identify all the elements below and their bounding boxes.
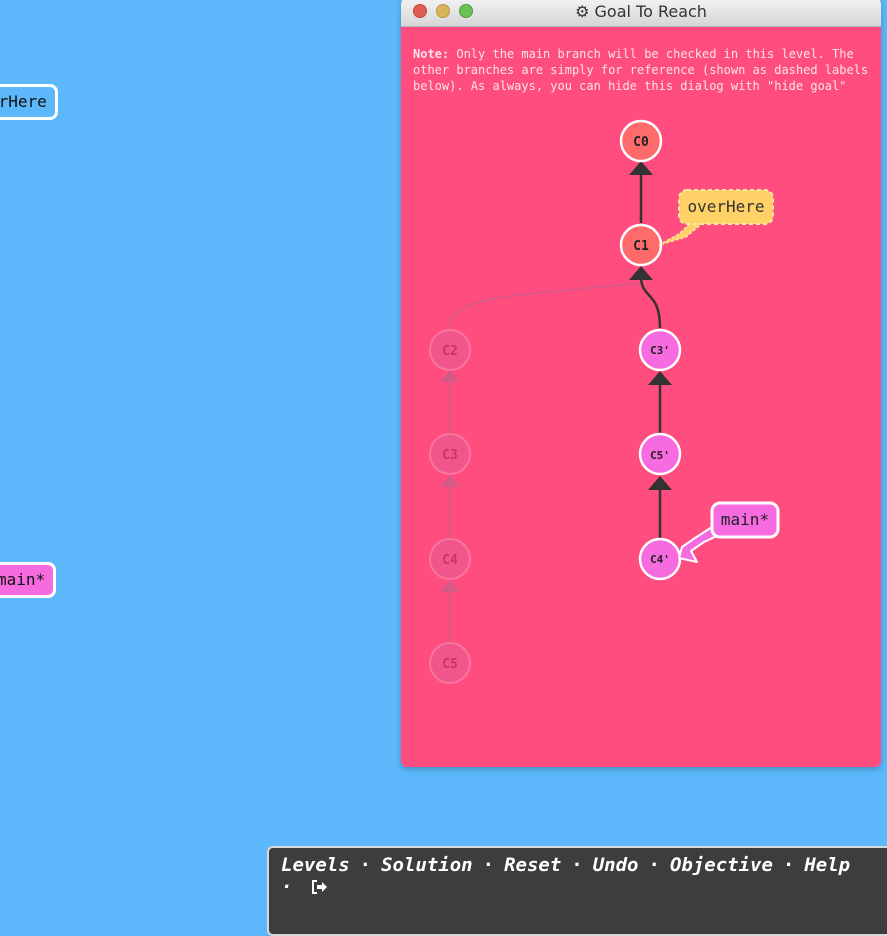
- command-bar: Levels · Solution · Reset · Undo · Objective · Hel…: [267, 846, 887, 936]
- levels-link[interactable]: Levels: [281, 854, 350, 876]
- branch-main[interactable]: main*: [678, 501, 780, 563]
- svg-text:C1: C1: [633, 239, 649, 254]
- arrowhead-c1: [629, 266, 653, 280]
- arrowhead-c3: [440, 475, 460, 487]
- arrowhead-c3p: [648, 371, 672, 385]
- branch-text-overhere: overHere: [687, 197, 764, 216]
- svg-text:C0: C0: [633, 135, 649, 150]
- commit-c2[interactable]: C2: [429, 329, 471, 371]
- objective-link[interactable]: Objective: [670, 854, 773, 876]
- arrowhead-c4: [440, 580, 460, 592]
- separator: ·: [571, 854, 583, 876]
- edge-c2-c1: [449, 282, 640, 329]
- commit-c1[interactable]: C1: [619, 223, 663, 267]
- commit-graph: C2 C3 C4 C5 C0 C1 C3' C5' C4' overHere m…: [429, 119, 780, 684]
- commit-c5[interactable]: C5: [429, 642, 471, 684]
- arrowhead-c0: [629, 161, 653, 175]
- help-link[interactable]: Help: [804, 854, 850, 876]
- solution-link[interactable]: Solution: [381, 854, 473, 876]
- sign-out-icon[interactable]: [310, 876, 328, 898]
- commit-c4-prime[interactable]: C4': [638, 537, 682, 581]
- svg-text:C4: C4: [442, 553, 458, 568]
- separator: ·: [648, 854, 660, 876]
- branch-text-main: main*: [721, 510, 769, 529]
- svg-text:C5: C5: [442, 657, 458, 672]
- reset-link[interactable]: Reset: [504, 854, 561, 876]
- svg-text:C3: C3: [442, 448, 458, 463]
- separator: ·: [782, 854, 795, 876]
- commit-c3-prime[interactable]: C3': [638, 328, 682, 372]
- branch-label-overhere: erHere: [0, 84, 58, 120]
- commit-c3[interactable]: C3: [429, 433, 471, 475]
- goal-dialog[interactable]: ⚙ Goal To Reach Note: Only the main bran…: [401, 0, 881, 767]
- separator: ·: [281, 876, 293, 898]
- svg-text:C3': C3': [650, 344, 670, 357]
- svg-text:C5': C5': [650, 449, 670, 462]
- edge-c3p-c1: [639, 275, 662, 329]
- branch-label-main: main*: [0, 562, 57, 598]
- separator: ·: [359, 854, 372, 876]
- commit-c5-prime[interactable]: C5': [638, 432, 682, 476]
- arrowhead-c5p: [648, 476, 672, 490]
- commit-c0[interactable]: C0: [619, 119, 663, 163]
- commit-c4[interactable]: C4: [429, 538, 471, 580]
- undo-link[interactable]: Undo: [593, 854, 639, 876]
- separator: ·: [482, 854, 495, 876]
- branch-overhere[interactable]: overHere: [658, 189, 774, 246]
- svg-text:C2: C2: [442, 344, 458, 359]
- arrowhead-c2: [440, 370, 460, 382]
- svg-text:C4': C4': [650, 553, 670, 566]
